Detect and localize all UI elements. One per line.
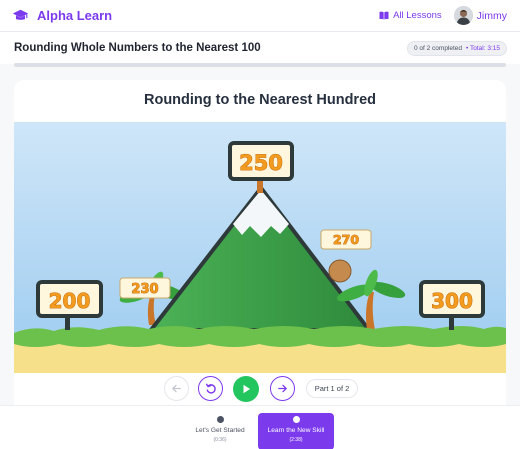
segment-status-dot <box>292 416 300 423</box>
tag-right-label: 270 <box>333 232 359 247</box>
next-button[interactable] <box>270 376 295 401</box>
arrow-left-icon <box>172 384 181 393</box>
tag-left-label: 230 <box>131 282 158 297</box>
top-bar: Alpha Learn All Lessons Jimmy <box>0 0 520 32</box>
segment-status-dot <box>216 416 224 423</box>
play-icon <box>243 384 250 394</box>
part-indicator: Part 1 of 2 <box>306 379 358 398</box>
segment-lets-get-started[interactable]: Let's Get Started (0:36) <box>182 413 258 449</box>
brand[interactable]: Alpha Learn <box>12 8 112 23</box>
app-name: Alpha Learn <box>37 8 113 23</box>
arrow-right-icon <box>278 384 287 393</box>
rounding-mountain-illustration: 200 250 300 230 270 <box>14 122 506 373</box>
graduation-cap-icon <box>12 9 29 20</box>
value-tag-230: 230 <box>119 277 171 299</box>
previous-button[interactable] <box>164 376 189 401</box>
progress-text: 0 of 2 completed <box>413 44 463 52</box>
sign-left-label: 200 <box>49 289 91 313</box>
lesson-stage: Rounding to the Nearest Hundred 200 250 … <box>14 80 506 405</box>
value-tag-270: 270 <box>320 229 372 250</box>
progress-badge: 0 of 2 completed • Total: 3:15 <box>406 40 507 56</box>
video-frame[interactable]: 200 250 300 230 270 <box>14 122 506 373</box>
lesson-header: Rounding Whole Numbers to the Nearest 10… <box>0 32 520 64</box>
all-lessons-label: All Lessons <box>393 10 442 21</box>
total-duration: • Total: 3:15 <box>466 44 500 52</box>
stage-title: Rounding to the Nearest Hundred <box>144 92 376 108</box>
playback-controls: Part 1 of 2 <box>0 376 520 402</box>
all-lessons-link[interactable]: All Lessons <box>379 10 442 21</box>
segment-duration: (0:36) <box>213 437 227 443</box>
book-icon <box>379 11 389 20</box>
sign-right-label: 300 <box>431 289 473 313</box>
sign-peak-label: 250 <box>239 151 283 175</box>
segment-learn-the-new-skill[interactable]: Learn the New Skill (2:38) <box>258 413 334 449</box>
segment-label: Learn the New Skill <box>267 427 325 434</box>
lesson-title: Rounding Whole Numbers to the Nearest 10… <box>14 42 261 54</box>
replay-icon <box>205 383 216 394</box>
lesson-progress-bar <box>14 63 506 67</box>
segment-bar: Let's Get Started (0:36) Learn the New S… <box>0 405 520 449</box>
replay-button[interactable] <box>198 376 223 401</box>
user-menu[interactable]: Jimmy <box>453 6 507 25</box>
avatar <box>453 6 473 25</box>
segment-duration: (2:38) <box>289 437 303 443</box>
segment-label: Let's Get Started <box>195 427 245 434</box>
play-button[interactable] <box>233 376 259 402</box>
user-name: Jimmy <box>476 9 507 22</box>
